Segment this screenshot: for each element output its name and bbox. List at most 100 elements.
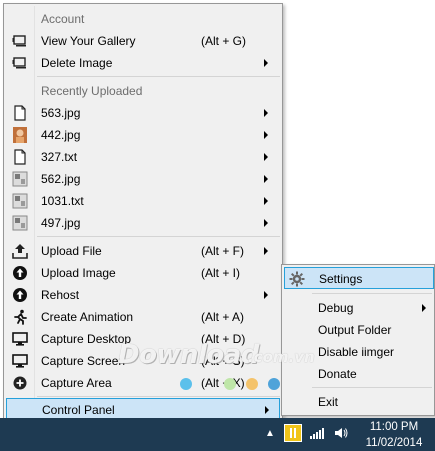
file-icon (14, 105, 26, 121)
file-icon (14, 149, 26, 165)
recent-item-label: 562.jpg (41, 172, 81, 186)
upload-file-label: Upload File (41, 244, 102, 258)
plus-circle-icon (13, 376, 27, 390)
view-gallery-label: View Your Gallery (41, 34, 136, 48)
capture-screen-item[interactable]: Capture Screen (Alt + S) (6, 350, 280, 372)
recent-item[interactable]: 563.jpg (6, 102, 280, 124)
submenu-arrow-icon (264, 131, 268, 139)
exit-item[interactable]: Exit (284, 391, 434, 413)
capture-screen-label: Capture Screen (41, 354, 126, 368)
submenu-arrow-icon (264, 175, 268, 183)
submenu-arrow-icon (264, 219, 268, 227)
upload-circle-icon (13, 288, 27, 302)
control-panel-item[interactable]: Control Panel (6, 398, 280, 420)
recent-item[interactable]: 562.jpg (6, 168, 280, 190)
upload-image-label: Upload Image (41, 266, 116, 280)
monitor-icon (12, 354, 28, 368)
capture-desktop-shortcut: (Alt + D) (201, 332, 246, 346)
settings-item[interactable]: Settings (284, 267, 434, 289)
clock-time: 11:00 PM (369, 421, 419, 433)
delete-image-item[interactable]: Delete Image (6, 52, 280, 74)
submenu-arrow-icon (264, 247, 268, 255)
recent-item[interactable]: 327.txt (6, 146, 280, 168)
menu-separator (312, 293, 432, 294)
disable-label: Disable iimger (318, 345, 395, 359)
image-thumbnail-icon (12, 215, 28, 231)
submenu-arrow-icon (264, 197, 268, 205)
submenu-arrow-icon (264, 291, 268, 299)
image-thumbnail-icon (12, 171, 28, 187)
upload-file-item[interactable]: Upload File (Alt + F) (6, 240, 280, 262)
context-menu: Account View Your Gallery (Alt + G) Dele… (3, 3, 302, 422)
view-gallery-shortcut: (Alt + G) (201, 34, 247, 48)
photo-thumbnail-icon (13, 127, 27, 143)
recent-item-label: 442.jpg (41, 128, 81, 142)
upload-file-shortcut: (Alt + F) (201, 244, 245, 258)
capture-area-item[interactable]: Capture Area (Alt + X) (6, 372, 302, 394)
color-dot-green[interactable] (224, 378, 236, 390)
rehost-item[interactable]: Rehost (6, 284, 280, 306)
submenu-arrow-icon (264, 59, 268, 67)
delete-image-label: Delete Image (41, 56, 113, 70)
image-thumbnail-icon (12, 193, 28, 209)
recent-item-label: 563.jpg (41, 106, 81, 120)
menu-separator (37, 236, 280, 237)
output-folder-item[interactable]: Output Folder (284, 319, 434, 341)
account-header: Account (6, 8, 280, 30)
debug-label: Debug (318, 301, 354, 315)
capture-area-label: Capture Area (41, 376, 112, 390)
running-icon (14, 309, 27, 325)
submenu-arrow-icon (264, 153, 268, 161)
upload-icon (12, 244, 28, 259)
donate-label: Donate (318, 367, 357, 381)
capture-screen-shortcut: (Alt + S) (201, 354, 245, 368)
recent-item[interactable]: 497.jpg (6, 212, 280, 234)
disable-item[interactable]: Disable iimger (284, 341, 434, 363)
control-panel-submenu: Settings Debug Output Folder Disable iim… (281, 264, 435, 416)
gallery-icon (12, 57, 26, 69)
debug-item[interactable]: Debug (284, 297, 434, 319)
recent-item-label: 497.jpg (41, 216, 81, 230)
recently-uploaded-label: Recently Uploaded (41, 84, 143, 98)
submenu-arrow-icon (264, 109, 268, 117)
color-dot-orange[interactable] (246, 378, 258, 390)
exit-label: Exit (318, 395, 339, 409)
taskbar-clock[interactable]: 11:00 PM 11/02/2014 (357, 419, 431, 451)
gallery-icon (12, 35, 26, 47)
submenu-arrow-icon (265, 406, 269, 414)
color-dot-blue[interactable] (180, 378, 192, 390)
upload-image-shortcut: (Alt + I) (201, 266, 241, 280)
output-folder-label: Output Folder (318, 323, 392, 337)
gear-icon (289, 271, 305, 287)
control-panel-label: Control Panel (42, 403, 115, 417)
create-animation-item[interactable]: Create Animation (Alt + A) (6, 306, 280, 328)
recently-uploaded-header: Recently Uploaded (6, 80, 280, 102)
monitor-icon (12, 332, 28, 346)
donate-item[interactable]: Donate (284, 363, 434, 385)
rehost-label: Rehost (41, 288, 80, 302)
capture-desktop-item[interactable]: Capture Desktop (Alt + D) (6, 328, 280, 350)
menu-separator (37, 396, 280, 397)
color-dot-steel-blue[interactable] (268, 378, 280, 390)
recent-item[interactable]: 1031.txt (6, 190, 280, 212)
view-gallery-item[interactable]: View Your Gallery (Alt + G) (6, 30, 280, 52)
create-animation-label: Create Animation (41, 310, 134, 324)
volume-icon[interactable] (334, 427, 348, 439)
menu-separator (312, 387, 432, 388)
upload-circle-icon (13, 266, 27, 280)
upload-image-item[interactable]: Upload Image (Alt + I) (6, 262, 280, 284)
menu-separator (37, 76, 280, 77)
app-tray-icon[interactable] (284, 424, 302, 442)
recent-item-label: 1031.txt (41, 194, 84, 208)
capture-desktop-label: Capture Desktop (41, 332, 132, 346)
submenu-arrow-icon (422, 304, 426, 312)
capture-area-shortcut: (Alt + X) (201, 376, 245, 390)
clock-date: 11/02/2014 (365, 437, 423, 449)
recent-item[interactable]: 442.jpg (6, 124, 280, 146)
settings-label: Settings (319, 272, 363, 286)
account-header-label: Account (41, 12, 85, 26)
create-animation-shortcut: (Alt + A) (201, 310, 245, 324)
show-hidden-icons-icon[interactable]: ▲ (265, 428, 275, 439)
network-signal-icon[interactable] (310, 428, 324, 439)
recent-item-label: 327.txt (41, 150, 78, 164)
